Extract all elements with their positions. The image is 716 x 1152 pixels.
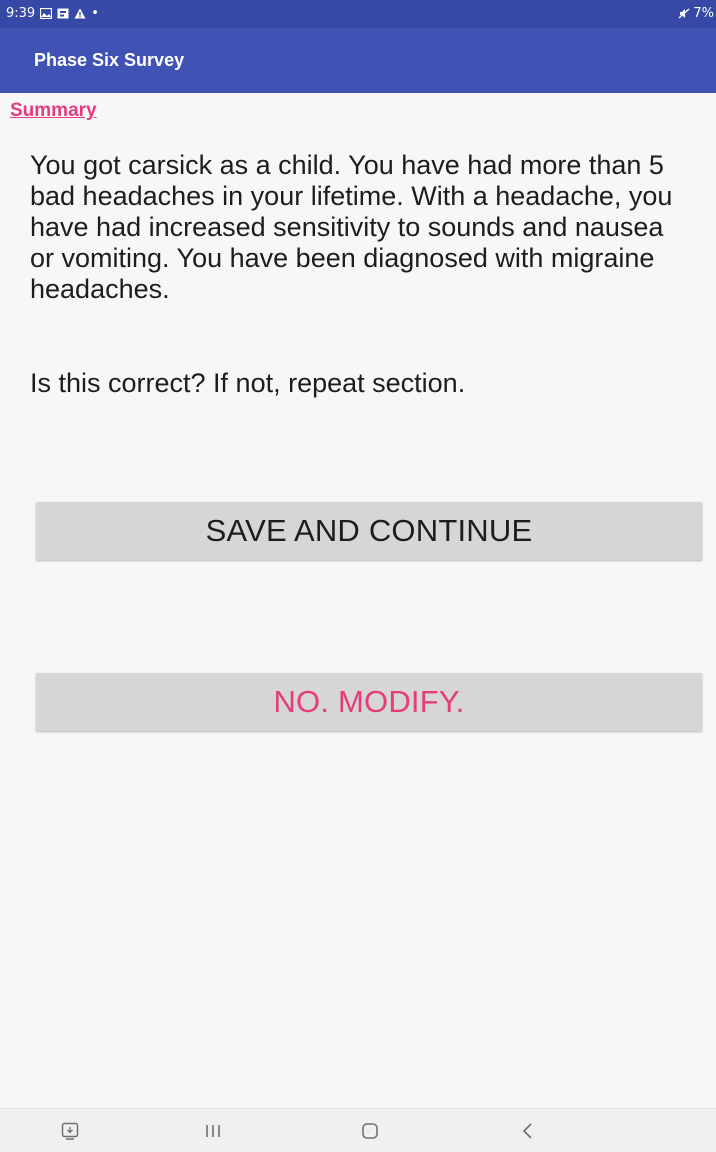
summary-link[interactable]: Summary <box>10 100 97 122</box>
badge-icon <box>57 8 69 19</box>
recent-apps-icon[interactable] <box>203 1121 223 1141</box>
modify-button[interactable]: NO. MODIFY. <box>36 673 702 731</box>
save-and-continue-button[interactable]: SAVE AND CONTINUE <box>36 502 702 560</box>
status-right: 7% <box>678 6 714 21</box>
gallery-icon <box>40 8 53 19</box>
app-title: Phase Six Survey <box>34 50 185 70</box>
back-icon[interactable] <box>518 1121 538 1141</box>
summary-text: You got carsick as a child. You have had… <box>30 150 673 304</box>
status-left: 9:39 • <box>6 6 99 21</box>
dot-icon: • <box>91 6 99 21</box>
app-bar: Phase Six Survey <box>0 28 716 93</box>
navigation-bar <box>0 1108 716 1152</box>
mute-icon <box>678 8 690 19</box>
battery-level: 7% <box>693 6 714 21</box>
confirmation-question: Is this correct? If not, repeat section. <box>30 368 466 398</box>
screen-capture-icon[interactable] <box>60 1121 80 1141</box>
home-icon[interactable] <box>360 1121 380 1141</box>
status-bar: 9:39 • 7% <box>0 0 716 28</box>
status-time: 9:39 <box>6 6 36 21</box>
alert-icon <box>74 8 86 19</box>
